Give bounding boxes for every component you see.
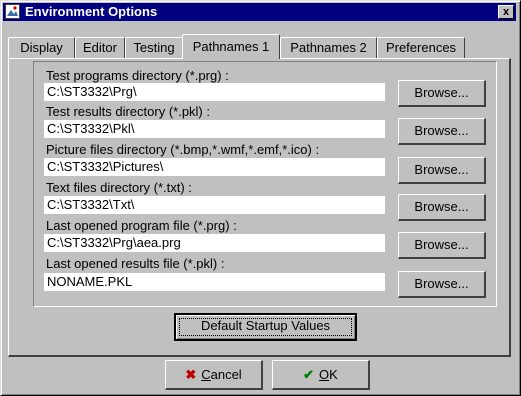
x-icon: ✖ [185, 367, 197, 382]
ok-mnemonic: O [319, 367, 330, 382]
text-files-dir-field[interactable]: C:\ST3332\Txt\ [44, 196, 385, 214]
browse-last-program-button[interactable]: Browse... [398, 232, 486, 259]
tab-preferences[interactable]: Preferences [377, 37, 465, 58]
test-programs-dir-label: Test programs directory (*.prg) : [46, 68, 229, 83]
browse-picture-files-button[interactable]: Browse... [398, 157, 486, 184]
window-title: Environment Options [25, 4, 158, 19]
picture-files-dir-field[interactable]: C:\ST3332\Pictures\ [44, 158, 385, 176]
test-results-dir-label: Test results directory (*.pkl) : [46, 104, 210, 119]
default-startup-values-label: Default Startup Values [200, 318, 331, 333]
text-files-dir-label: Text files directory (*.txt) : [46, 180, 192, 195]
last-results-file-field[interactable]: NONAME.PKL [44, 273, 385, 291]
cancel-label: ancel [210, 367, 242, 382]
close-button[interactable]: x [498, 5, 514, 19]
tab-editor[interactable]: Editor [75, 37, 125, 58]
tab-pathnames-1[interactable]: Pathnames 1 [182, 34, 280, 59]
browse-text-files-button[interactable]: Browse... [398, 194, 486, 221]
last-program-file-field[interactable]: C:\ST3332\Prg\aea.prg [44, 234, 385, 252]
tab-display[interactable]: Display [8, 37, 75, 58]
cancel-button[interactable]: ✖ Cancel [165, 360, 263, 390]
cancel-mnemonic: C [201, 367, 211, 382]
tab-pathnames-2[interactable]: Pathnames 2 [280, 37, 377, 58]
last-results-file-label: Last opened results file (*.pkl) : [46, 256, 225, 271]
browse-test-programs-button[interactable]: Browse... [398, 80, 486, 107]
test-programs-dir-field[interactable]: C:\ST3332\Prg\ [44, 83, 385, 101]
browse-test-results-button[interactable]: Browse... [398, 118, 486, 145]
environment-app-icon [5, 4, 20, 19]
ok-label: K [329, 367, 338, 382]
title-bar[interactable]: Environment Options x [3, 3, 516, 21]
picture-files-dir-label: Picture files directory (*.bmp,*.wmf,*.e… [46, 142, 320, 157]
browse-last-results-button[interactable]: Browse... [398, 271, 486, 298]
checkmark-icon: ✔ [303, 367, 315, 382]
ok-button[interactable]: ✔ OK [272, 360, 370, 390]
tab-testing[interactable]: Testing [125, 37, 183, 58]
last-program-file-label: Last opened program file (*.prg) : [46, 218, 237, 233]
test-results-dir-field[interactable]: C:\ST3332\Pkl\ [44, 120, 385, 138]
default-startup-values-button[interactable]: Default Startup Values [174, 313, 357, 341]
